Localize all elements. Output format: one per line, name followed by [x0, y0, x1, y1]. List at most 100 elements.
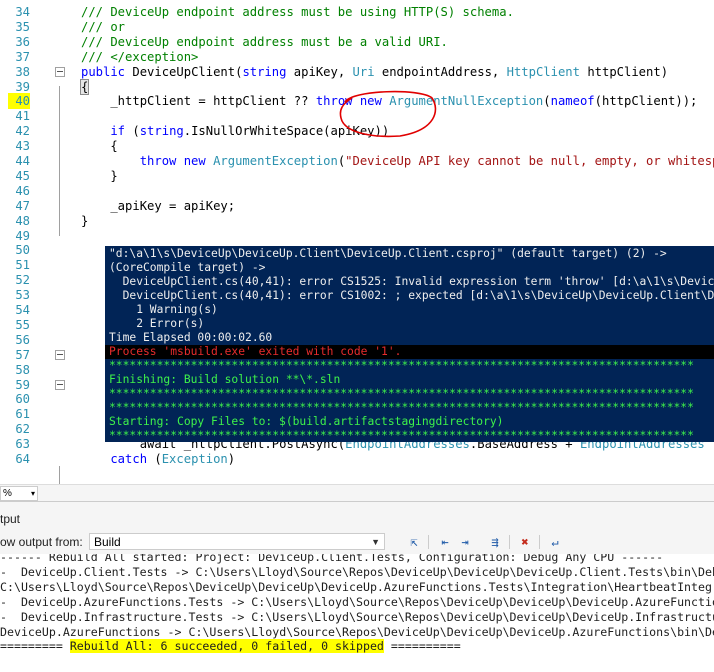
code-token: endpointAddress,	[374, 64, 507, 79]
chevron-down-icon: ▼	[371, 537, 380, 547]
code-text: /// </exception>	[81, 49, 198, 65]
line-number: 51	[15, 258, 30, 273]
code-token: "DeviceUp API key cannot be null, empty,…	[345, 154, 714, 168]
summary-prefix: =========	[0, 639, 70, 653]
outline-guide	[59, 466, 60, 484]
output-line: C:\Users\Lloyd\Source\Repos\DeviceUp\Dev…	[0, 580, 712, 594]
toolbar-separator	[509, 535, 510, 549]
line-number: 47	[15, 198, 30, 213]
output-panel: tput ow output from: Build ▼ ⇱ ⇤ ⇥ ⇶ ✖ ↵…	[0, 502, 714, 672]
code-line: 37 /// </exception>	[0, 49, 714, 65]
toolbar-separator	[539, 535, 540, 549]
code-text: }	[81, 168, 117, 184]
line-number: 64	[15, 452, 30, 466]
output-line: DeviceUp.AzureFunctions -> C:\Users\Lloy…	[0, 625, 714, 639]
code-token: apiKey,	[286, 64, 353, 79]
goto-prev-icon[interactable]: ⇤	[437, 534, 453, 550]
code-token: ArgumentException	[213, 154, 338, 168]
code-token: /// DeviceUp endpoint address must be us…	[81, 5, 514, 19]
code-text: {	[81, 138, 117, 154]
build-log-screenshot: "d:\a\1\s\DeviceUp\DeviceUp.Client\Devic…	[105, 246, 714, 442]
summary-suffix: ==========	[383, 639, 461, 653]
line-number: 42	[15, 124, 30, 139]
code-text: throw new ArgumentException("DeviceUp AP…	[81, 153, 714, 169]
goto-next-icon[interactable]: ⇥	[457, 534, 473, 550]
build-log-line: DeviceUpClient.cs(40,41): error CS1525: …	[122, 275, 714, 288]
build-log-line: 1 Warning(s)	[109, 303, 218, 316]
toolbar-separator	[428, 535, 429, 549]
line-number: 45	[15, 168, 30, 183]
code-token: DeviceUpClient(	[132, 64, 243, 79]
code-text: _httpClient = httpClient ?? throw new Ar…	[81, 93, 697, 109]
line-number: 50	[15, 243, 30, 258]
goto-next-message-icon[interactable]: ⇶	[487, 534, 503, 550]
code-line: 64 catch (Exception)	[0, 451, 714, 467]
code-token: )	[227, 452, 236, 466]
line-number: 43	[15, 139, 30, 154]
output-text[interactable]: ------ Rebuild All started: Project: Dev…	[0, 554, 714, 672]
code-editor[interactable]: 34 /// DeviceUp endpoint address must be …	[0, 0, 714, 484]
line-number: 59	[15, 377, 30, 392]
code-line: 45 }	[0, 168, 714, 184]
build-log-line: ****************************************…	[109, 387, 694, 400]
code-token: (	[543, 94, 551, 109]
code-token: if	[81, 124, 133, 139]
code-text: if (string.IsNullOrWhiteSpace(apiKey))	[81, 123, 389, 139]
word-wrap-icon[interactable]: ↵	[547, 534, 563, 550]
clear-all-icon[interactable]: ✖	[517, 534, 533, 550]
code-token: _httpClient = httpClient ??	[81, 94, 316, 109]
code-token: }	[81, 213, 89, 228]
line-number: 41	[15, 109, 30, 124]
build-summary: Rebuild All: 6 succeeded, 0 failed, 0 sk…	[69, 639, 384, 653]
collapse-icon[interactable]	[55, 66, 65, 77]
panel-title: tput	[0, 512, 21, 526]
line-number: 52	[15, 273, 30, 288]
code-token: Exception	[161, 452, 228, 466]
code-line: 43 {	[0, 138, 714, 154]
code-token: (	[154, 452, 162, 466]
line-number: 44	[15, 154, 30, 168]
code-token: throw new	[315, 94, 390, 109]
code-text: }	[81, 213, 88, 229]
line-number: 38	[15, 64, 30, 79]
line-number: 61	[15, 407, 30, 422]
code-token: string	[139, 124, 184, 139]
collapse-icon[interactable]	[55, 379, 65, 390]
code-token: string	[242, 64, 287, 79]
build-log-line: (CoreCompile target) ->	[109, 261, 266, 274]
line-number: 58	[15, 362, 30, 377]
line-number: 40	[8, 93, 30, 110]
code-line: 35 /// or	[0, 19, 714, 35]
code-token: httpClient)	[579, 64, 669, 79]
line-number: 53	[15, 288, 30, 303]
find-message-icon[interactable]: ⇱	[406, 534, 422, 550]
zoom-value: %	[3, 488, 12, 499]
code-token: Uri	[352, 64, 375, 79]
code-text: /// DeviceUp endpoint address must be us…	[81, 4, 514, 20]
code-line: 34 /// DeviceUp endpoint address must be …	[0, 4, 714, 20]
code-text: _apiKey = apiKey;	[81, 198, 235, 214]
line-number: 63	[15, 437, 30, 452]
build-log-line: ****************************************…	[109, 359, 694, 372]
output-line: - DeviceUp.AzureFunctions.Tests -> C:\Us…	[0, 595, 714, 609]
code-text: catch (Exception)	[81, 451, 235, 467]
code-line: 39 {	[0, 78, 714, 95]
zoom-dropdown[interactable]: % ▾	[0, 486, 38, 501]
code-token: /// </exception>	[81, 49, 199, 64]
code-text: /// or	[81, 19, 125, 35]
code-token: public	[81, 64, 133, 79]
output-source-select[interactable]: Build ▼	[89, 533, 385, 550]
line-number: 55	[15, 317, 30, 332]
line-number: 46	[15, 183, 30, 198]
build-log-line: Starting: Copy Files to: $(build.artifac…	[109, 415, 504, 428]
code-token: _apiKey = apiKey;	[81, 198, 236, 213]
output-toolbar: ow output from: Build ▼ ⇱ ⇤ ⇥ ⇶ ✖ ↵	[0, 531, 714, 553]
line-number: 49	[15, 228, 30, 243]
line-number: 35	[15, 19, 30, 34]
line-number: 54	[15, 303, 30, 317]
chevron-down-icon: ▾	[30, 489, 35, 498]
line-number: 57	[15, 347, 30, 362]
collapse-icon[interactable]	[55, 349, 65, 360]
line-number: 36	[15, 34, 30, 49]
line-number: 48	[15, 213, 30, 228]
